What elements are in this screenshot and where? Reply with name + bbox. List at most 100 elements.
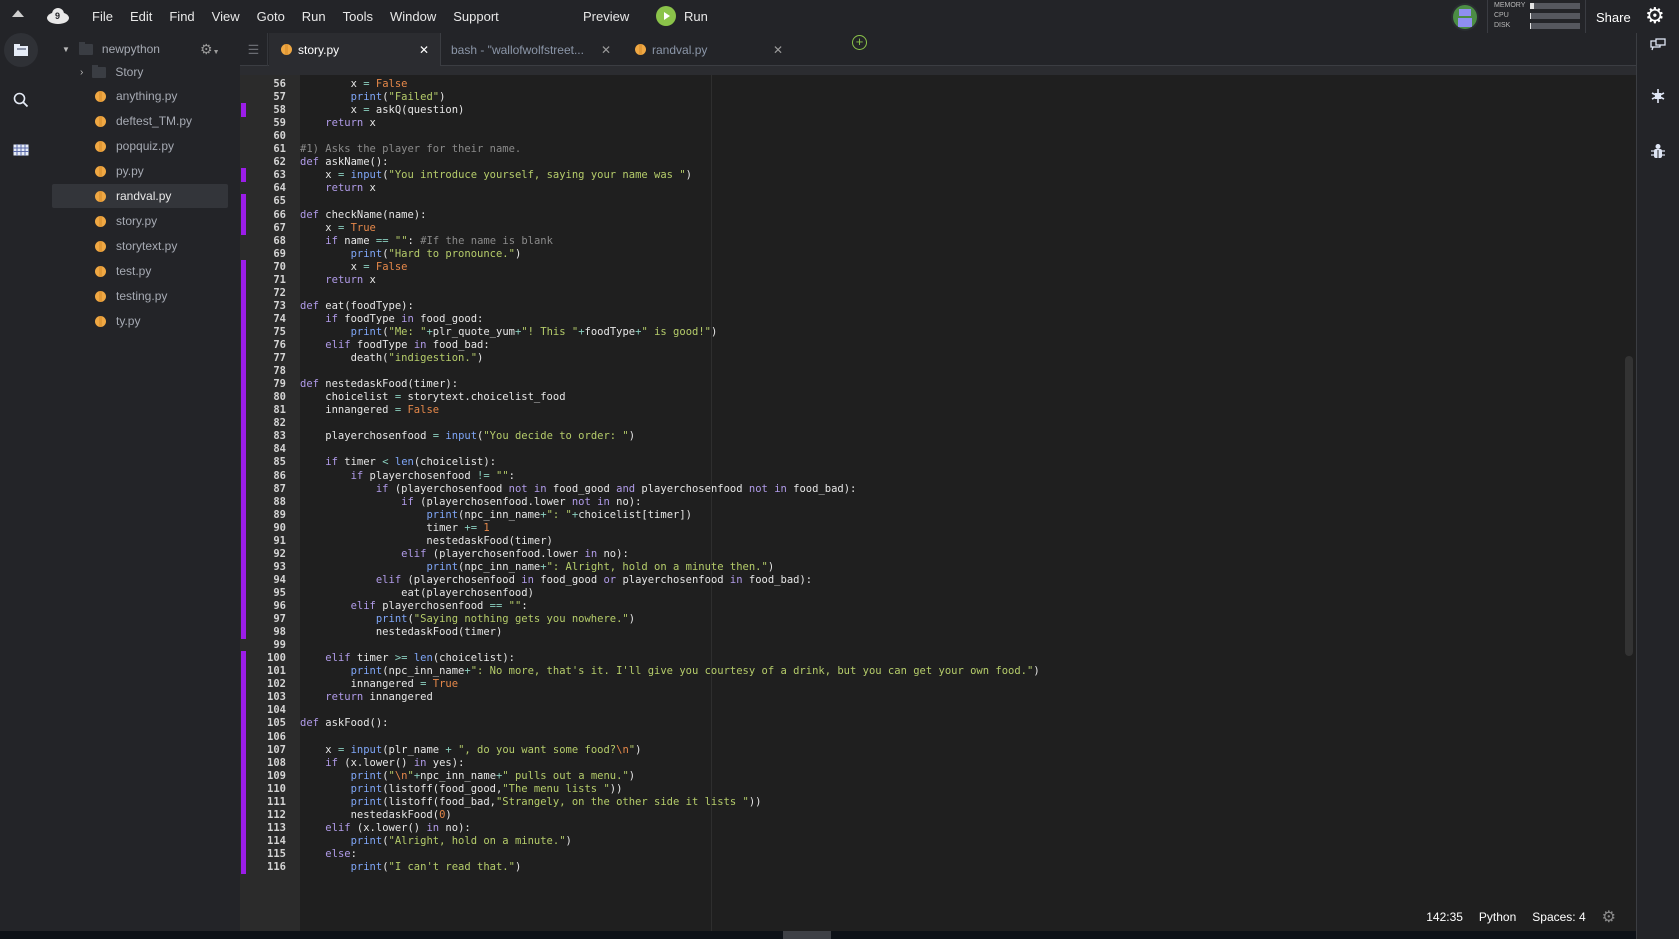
code-line[interactable]: 88 if (playerchosenfood.lower not in no)… [240, 494, 1636, 509]
code-line[interactable]: 96 elif playerchosenfood == "": [240, 599, 1636, 613]
code-line[interactable]: 90 timer += 1 [240, 520, 1636, 535]
cursor-position[interactable]: 142:35 [1426, 910, 1463, 924]
code-line[interactable]: 71 return x [240, 272, 1636, 287]
code-line[interactable]: 70 x = False [240, 259, 1636, 274]
resource-meters[interactable]: MEMORY CPU DISK [1494, 1, 1580, 31]
code-line[interactable]: 85 if timer < len(choicelist): [240, 455, 1636, 470]
code-line[interactable]: 91 nestedaskFood(timer) [240, 533, 1636, 548]
code-line[interactable]: 73 def eat(foodType): [240, 298, 1636, 313]
chevron-down-icon[interactable]: ▼ [62, 45, 70, 54]
file-item[interactable]: py.py [52, 159, 228, 183]
code-line[interactable]: 100 elif timer >= len(choicelist): [240, 651, 1636, 666]
code-line[interactable]: 111 print(listoff(food_bad,"Strangely, o… [240, 794, 1636, 809]
code-line[interactable]: 68 if name == "": #If the name is blank [240, 234, 1636, 248]
indent-setting[interactable]: Spaces: 4 [1532, 910, 1585, 924]
menu-support[interactable]: Support [453, 9, 499, 24]
code-line[interactable]: 89 print(npc_inn_name+": "+choicelist[ti… [240, 507, 1636, 522]
code-line[interactable]: 72 [240, 285, 1636, 300]
code-line[interactable]: 93 print(npc_inn_name+": Alright, hold o… [240, 559, 1636, 574]
tree-settings-gear-icon[interactable]: ⚙▼ [200, 41, 220, 58]
editor-settings-gear-icon[interactable]: ⚙ [1602, 907, 1616, 927]
code-line[interactable]: 61 #1) Asks the player for their name. [240, 142, 1636, 156]
code-line[interactable]: 63 x = input("You introduce yourself, sa… [240, 168, 1636, 183]
menu-window[interactable]: Window [390, 9, 436, 24]
file-item[interactable]: anything.py [52, 84, 228, 108]
tab-randval-py[interactable]: randval.py ✕ [623, 33, 795, 66]
code-line[interactable]: 103 return innangered [240, 690, 1636, 705]
code-line[interactable]: 82 [240, 416, 1636, 431]
code-line[interactable]: 64 return x [240, 181, 1636, 195]
code-line[interactable]: 116 print("I can't read that.") [240, 860, 1636, 874]
file-explorer-icon[interactable] [4, 33, 38, 67]
cloud9-logo-icon[interactable]: 9 [46, 8, 70, 24]
search-icon[interactable] [4, 83, 38, 117]
file-item[interactable]: test.py [52, 259, 228, 283]
code-line[interactable]: 74 if foodType in food_good: [240, 311, 1636, 326]
debugger-bug-icon[interactable] [1647, 143, 1669, 163]
outline-icon[interactable] [1647, 88, 1669, 108]
settings-gear-icon[interactable]: ⚙ [1645, 5, 1667, 27]
code-line[interactable]: 69 print("Hard to pronounce.") [240, 247, 1636, 261]
code-line[interactable]: 77 death("indigestion.") [240, 351, 1636, 366]
code-line[interactable]: 57 print("Failed") [240, 90, 1636, 104]
code-line[interactable]: 87 if (playerchosenfood not in food_good… [240, 481, 1636, 496]
tree-root[interactable]: ▼ newpython [62, 41, 160, 56]
code-line[interactable]: 67 x = True [240, 220, 1636, 235]
file-item[interactable]: storytext.py [52, 234, 228, 258]
keyboard-icon[interactable] [4, 133, 38, 167]
tab-menu-icon[interactable]: ☰ [240, 33, 268, 66]
close-icon[interactable]: ✕ [773, 43, 783, 57]
code-line[interactable]: 58 x = askQ(question) [240, 103, 1636, 118]
code-line[interactable]: 75 print("Me: "+plr_quote_yum+"! This "+… [240, 324, 1636, 339]
code-line[interactable]: 78 [240, 364, 1636, 379]
code-line[interactable]: 62 def askName(): [240, 155, 1636, 169]
file-item[interactable]: deftest_TM.py [52, 109, 228, 133]
file-item[interactable]: randval.py [52, 184, 228, 208]
tab-story-py[interactable]: story.py ✕ [269, 33, 441, 66]
code-line[interactable]: 101 print(npc_inn_name+": No more, that'… [240, 664, 1636, 679]
chevron-right-icon[interactable]: › [80, 67, 83, 78]
code-line[interactable]: 97 print("Saying nothing gets you nowher… [240, 612, 1636, 627]
language-mode[interactable]: Python [1479, 910, 1516, 924]
menu-edit[interactable]: Edit [130, 9, 152, 24]
file-item[interactable]: popquiz.py [52, 134, 228, 158]
menu-view[interactable]: View [212, 9, 240, 24]
code-line[interactable]: 81 innangered = False [240, 403, 1636, 418]
code-line[interactable]: 108 if (x.lower() in yes): [240, 755, 1636, 770]
collapse-menu-icon[interactable] [12, 10, 24, 17]
preview-button[interactable]: Preview [583, 9, 629, 24]
menu-find[interactable]: Find [169, 9, 194, 24]
code-line[interactable]: 109 print("\n"+npc_inn_name+" pulls out … [240, 768, 1636, 783]
code-line[interactable]: 107 x = input(plr_name + ", do you want … [240, 742, 1636, 757]
run-button[interactable]: Run [656, 6, 708, 26]
horizontal-scrollbar[interactable] [783, 931, 831, 939]
code-line[interactable]: 95 eat(playerchosenfood) [240, 585, 1636, 600]
code-line[interactable]: 65 [240, 194, 1636, 209]
menu-goto[interactable]: Goto [257, 9, 285, 24]
code-line[interactable]: 80 choicelist = storytext.choicelist_foo… [240, 390, 1636, 405]
code-line[interactable]: 110 print(listoff(food_good,"The menu li… [240, 781, 1636, 796]
code-line[interactable]: 56 x = False [240, 77, 1636, 91]
close-icon[interactable]: ✕ [601, 43, 611, 57]
code-line[interactable]: 59 return x [240, 116, 1636, 130]
tree-folder-story[interactable]: › Story [52, 60, 143, 84]
code-line[interactable]: 105 def askFood(): [240, 716, 1636, 731]
share-button[interactable]: Share [1596, 10, 1631, 25]
menu-tools[interactable]: Tools [343, 9, 373, 24]
code-line[interactable]: 94 elif (playerchosenfood in food_good o… [240, 572, 1636, 587]
code-line[interactable]: 98 nestedaskFood(timer) [240, 625, 1636, 640]
code-line[interactable]: 86 if playerchosenfood != "": [240, 468, 1636, 483]
code-line[interactable]: 83 playerchosenfood = input("You decide … [240, 429, 1636, 444]
avatar[interactable] [1451, 3, 1479, 31]
file-item[interactable]: story.py [52, 209, 228, 233]
file-item[interactable]: ty.py [52, 309, 228, 333]
code-line[interactable]: 115 else: [240, 846, 1636, 861]
code-line[interactable]: 66 def checkName(name): [240, 207, 1636, 222]
code-line[interactable]: 99 [240, 638, 1636, 652]
tab-bash[interactable]: bash - "wallofwolfstreet... ✕ [441, 33, 623, 66]
code-line[interactable]: 106 [240, 729, 1636, 744]
add-tab-icon[interactable]: + [852, 35, 867, 50]
code-line[interactable]: 104 [240, 703, 1636, 718]
code-line[interactable]: 113 elif (x.lower() in no): [240, 820, 1636, 835]
code-line[interactable]: 114 print("Alright, hold on a minute.") [240, 833, 1636, 848]
